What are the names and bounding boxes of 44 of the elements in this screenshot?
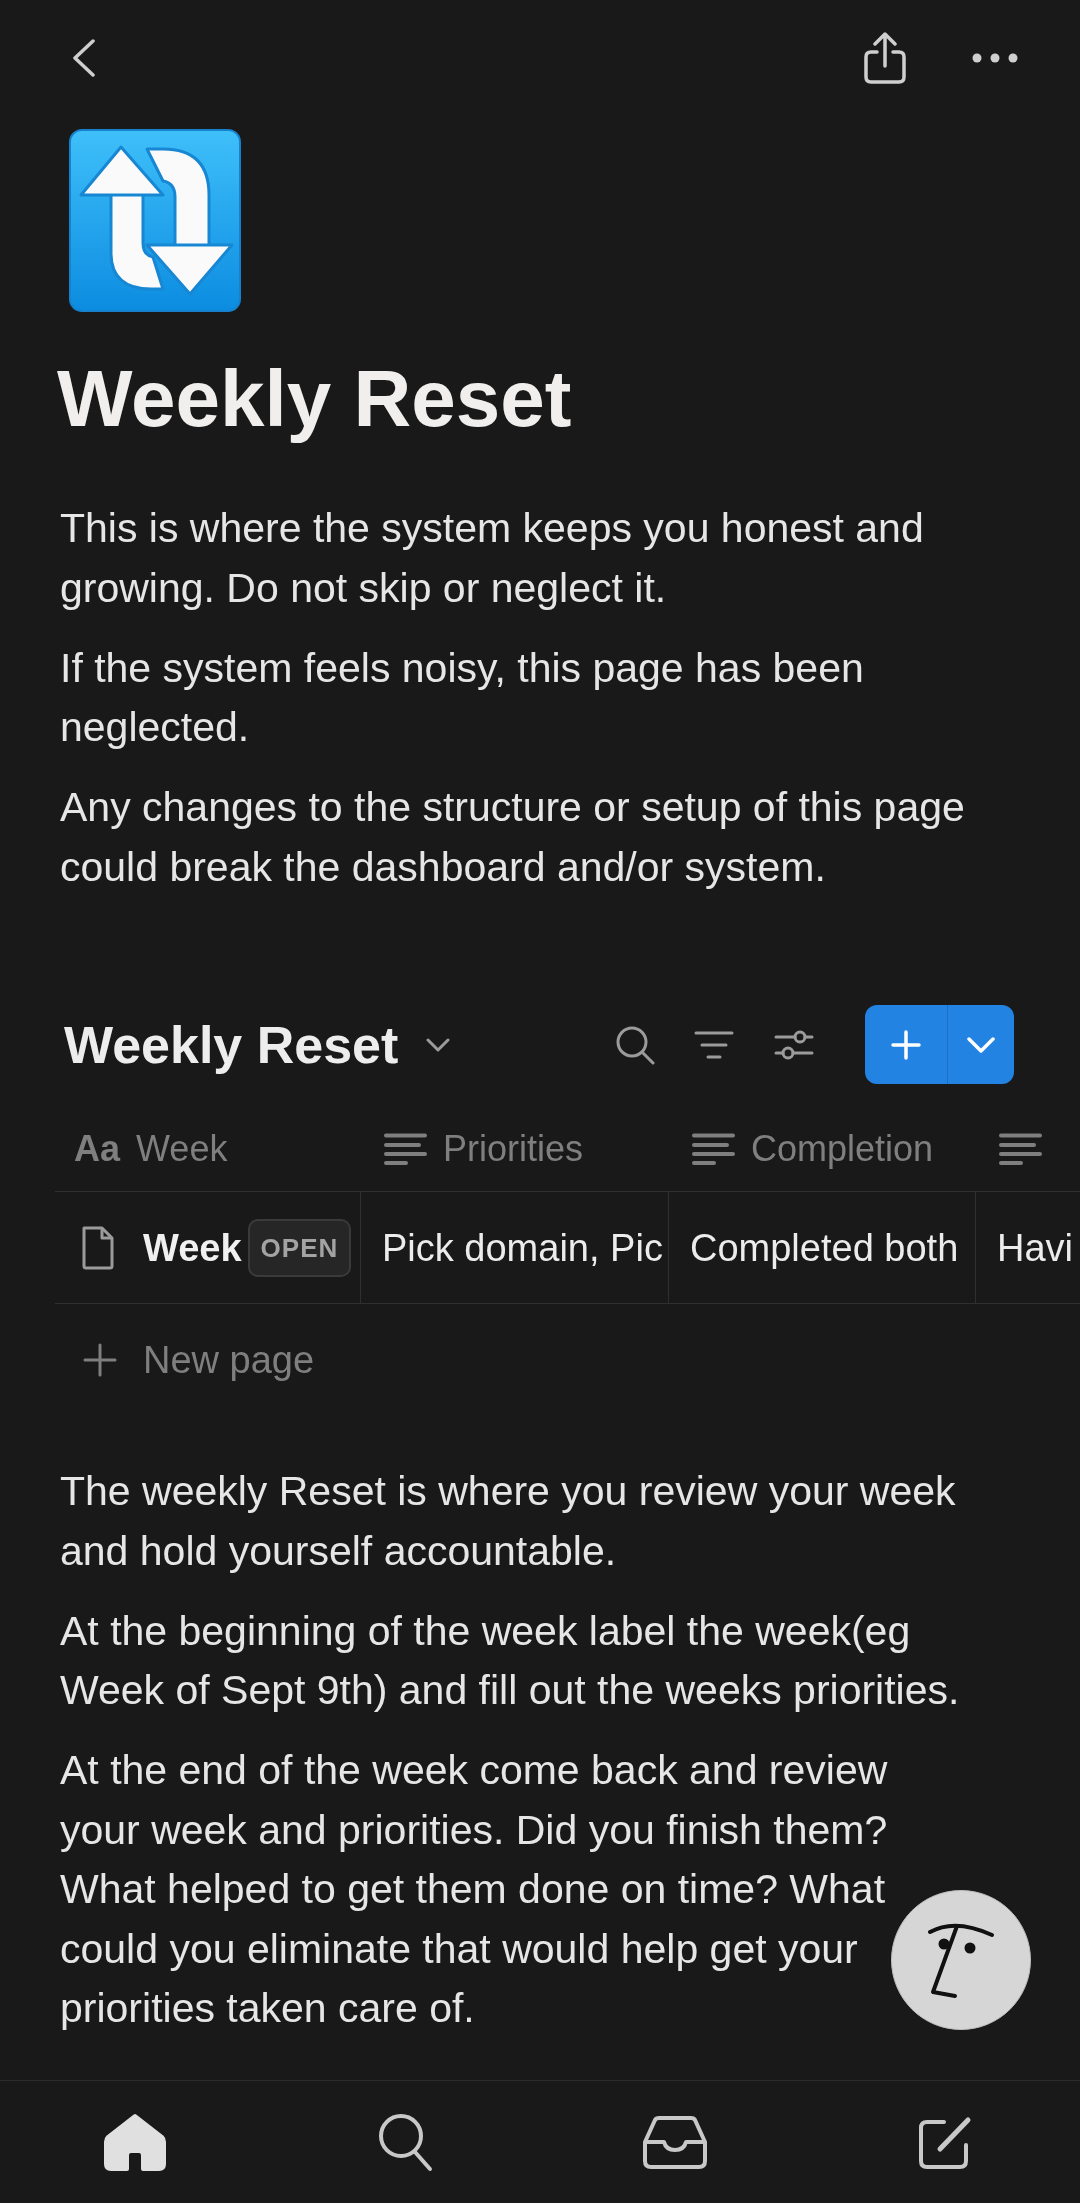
search-button[interactable] xyxy=(615,1024,655,1065)
sliders-icon xyxy=(774,1028,814,1061)
title-property-icon: Aa xyxy=(74,1130,121,1167)
search-icon xyxy=(377,2112,433,2172)
more-icon xyxy=(972,53,1018,63)
table-cell: Completed both xyxy=(669,1192,976,1303)
column-header[interactable]: Completion xyxy=(692,1126,934,1171)
body-text: This is where the system keeps you honest and growing. Do not skip or neglect it. xyxy=(60,505,924,611)
open-button[interactable]: OPEN xyxy=(247,1218,352,1277)
table-cell-text: Havi xyxy=(996,1225,1075,1271)
table-cell: Pick domain, Pic xyxy=(361,1192,669,1303)
inbox-icon xyxy=(642,2114,708,2170)
plus-icon xyxy=(83,1343,117,1377)
swap-arrows-icon xyxy=(69,129,241,312)
column-header[interactable]: Priorities xyxy=(384,1126,584,1171)
new-button[interactable] xyxy=(865,1005,947,1084)
database-view-button[interactable]: Weekly Reset xyxy=(64,1012,451,1077)
chevron-down-icon xyxy=(967,1036,995,1053)
text-property-icon xyxy=(692,1132,735,1165)
new-page-button[interactable]: New page xyxy=(83,1337,315,1383)
chevron-left-icon xyxy=(72,39,96,77)
row-title[interactable]: Week xyxy=(143,1224,242,1271)
search-icon xyxy=(615,1024,655,1065)
body-text: At the end of the week come back and review your week and priorities. Did you finish them? What helped to get them done on time? What could you eliminate that would help get your priorities taken care of. xyxy=(60,1747,888,2031)
compose-icon xyxy=(917,2114,973,2170)
text-property-icon xyxy=(999,1132,1042,1165)
body-text: The weekly Reset is where you review your week and hold yourself accountable. xyxy=(60,1468,956,1574)
page-icon xyxy=(80,1225,114,1270)
page-title: Weekly Reset xyxy=(57,353,572,445)
chevron-down-icon xyxy=(426,1037,451,1052)
body-text: If the system feels noisy, this page has been neglected. xyxy=(60,644,864,750)
share-button[interactable] xyxy=(863,31,907,85)
plus-icon xyxy=(891,1029,921,1060)
column-header[interactable] xyxy=(999,1132,1042,1165)
more-button[interactable] xyxy=(971,51,1019,65)
share-icon xyxy=(864,32,906,84)
column-header[interactable]: Aa Week xyxy=(74,1126,228,1171)
dropdown-button[interactable] xyxy=(947,1005,1014,1084)
text-property-icon xyxy=(384,1132,427,1165)
back-button[interactable] xyxy=(70,37,98,79)
body-text: At the beginning of the week label the week(eg Week of Sept 9th) and fill out the weeks priorities. xyxy=(60,1607,960,1713)
body-text: Any changes to the structure or setup of this page could break the dashboard and/or system. xyxy=(60,784,965,890)
filter-icon xyxy=(694,1029,734,1060)
home-icon xyxy=(103,2112,167,2172)
